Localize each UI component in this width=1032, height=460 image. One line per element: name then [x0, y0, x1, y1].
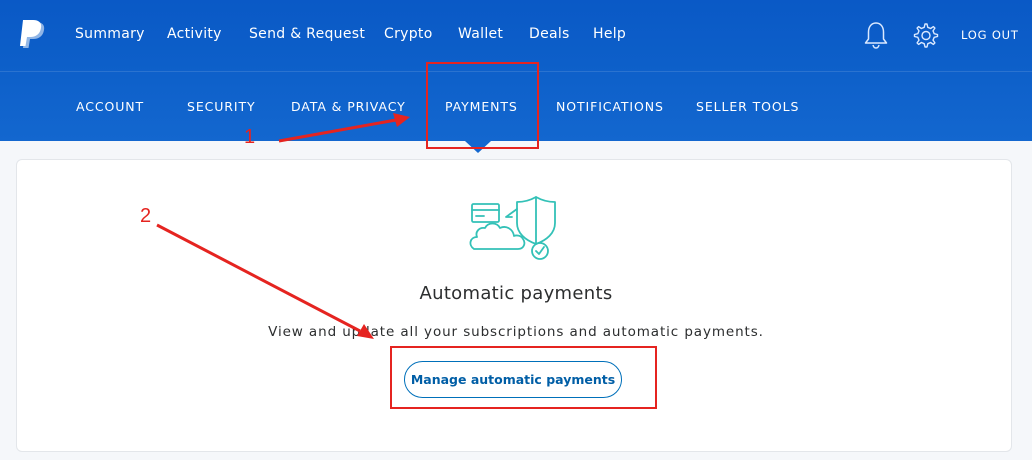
- payments-shield-cloud-icon: [469, 196, 556, 260]
- gear-icon[interactable]: [911, 20, 939, 50]
- logout-link[interactable]: LOG OUT: [961, 28, 1019, 42]
- header-divider: [0, 71, 1032, 72]
- tab-account[interactable]: ACCOUNT: [76, 99, 144, 114]
- tab-notifications[interactable]: NOTIFICATIONS: [556, 99, 664, 114]
- paypal-logo[interactable]: [20, 20, 46, 50]
- header: Summary Activity Send & Request Crypto W…: [0, 0, 1032, 141]
- nav-activity[interactable]: Activity: [167, 26, 222, 42]
- active-tab-indicator: [465, 141, 491, 153]
- nav-wallet[interactable]: Wallet: [458, 26, 503, 42]
- tab-seller-tools[interactable]: SELLER TOOLS: [696, 99, 799, 114]
- tab-security[interactable]: SECURITY: [187, 99, 256, 114]
- tab-data-privacy[interactable]: DATA & PRIVACY: [291, 99, 406, 114]
- nav-deals[interactable]: Deals: [529, 26, 570, 42]
- nav-send-request[interactable]: Send & Request: [249, 26, 365, 42]
- card-description: View and update all your subscriptions a…: [268, 324, 764, 340]
- bell-icon[interactable]: [862, 20, 890, 50]
- nav-help[interactable]: Help: [593, 26, 626, 42]
- card-title: Automatic payments: [419, 283, 613, 304]
- annotation-step-1: 1: [244, 126, 256, 148]
- nav-summary[interactable]: Summary: [75, 26, 145, 42]
- nav-crypto[interactable]: Crypto: [384, 26, 433, 42]
- annotation-step-2: 2: [140, 205, 152, 227]
- tab-payments[interactable]: PAYMENTS: [445, 99, 518, 114]
- manage-automatic-payments-button[interactable]: Manage automatic payments: [404, 361, 622, 398]
- top-navigation-bar: Summary Activity Send & Request Crypto W…: [0, 0, 1032, 71]
